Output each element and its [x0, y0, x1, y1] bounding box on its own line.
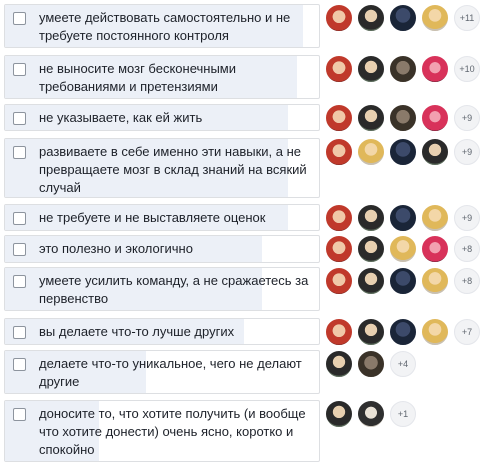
avatar[interactable]: [357, 267, 385, 295]
poll-option[interactable]: развиваете в себе именно эти навыки, а н…: [4, 138, 320, 198]
avatar[interactable]: [325, 138, 353, 166]
poll-option-row: умеете усилить команду, а не сражаетесь …: [0, 267, 500, 311]
option-label: развиваете в себе именно эти навыки, а н…: [39, 144, 307, 195]
poll-option[interactable]: доносите то, что хотите получить (и вооб…: [4, 400, 320, 462]
option-label: умеете усилить команду, а не сражаетесь …: [39, 273, 309, 306]
poll-option-row: развиваете в себе именно эти навыки, а н…: [0, 138, 500, 198]
avatar[interactable]: [421, 104, 449, 132]
avatar[interactable]: [325, 318, 353, 346]
avatar[interactable]: [389, 104, 417, 132]
option-checkbox[interactable]: [13, 146, 26, 159]
avatar[interactable]: [421, 204, 449, 232]
option-label: умеете действовать самостоятельно и не т…: [39, 10, 291, 43]
more-voters-badge[interactable]: +1: [390, 401, 416, 427]
poll-option[interactable]: умеете усилить команду, а не сражаетесь …: [4, 267, 320, 311]
avatar[interactable]: [357, 400, 385, 428]
poll-option-row: делаете что-то уникальное, чего не делаю…: [0, 350, 500, 394]
poll-option-row: умеете действовать самостоятельно и не т…: [0, 4, 500, 48]
more-voters-badge[interactable]: +9: [454, 139, 480, 165]
option-checkbox[interactable]: [13, 243, 26, 256]
more-voters-badge[interactable]: +7: [454, 319, 480, 345]
poll-option-row: доносите то, что хотите получить (и вооб…: [0, 400, 500, 462]
more-voters-badge[interactable]: +11: [454, 5, 480, 31]
avatar[interactable]: [325, 400, 353, 428]
avatar[interactable]: [421, 4, 449, 32]
avatar[interactable]: [389, 204, 417, 232]
avatar[interactable]: [357, 350, 385, 378]
avatar[interactable]: [357, 4, 385, 32]
avatar[interactable]: [421, 55, 449, 83]
option-checkbox[interactable]: [13, 12, 26, 25]
avatar[interactable]: [325, 267, 353, 295]
option-checkbox[interactable]: [13, 408, 26, 421]
option-checkbox[interactable]: [13, 358, 26, 371]
option-checkbox[interactable]: [13, 112, 26, 125]
poll-option[interactable]: не требуете и не выставляете оценок: [4, 204, 320, 231]
avatar[interactable]: [389, 4, 417, 32]
avatar[interactable]: [421, 267, 449, 295]
avatar[interactable]: [325, 350, 353, 378]
more-voters-badge[interactable]: +4: [390, 351, 416, 377]
poll-option[interactable]: это полезно и экологично: [4, 235, 320, 263]
avatar[interactable]: [389, 55, 417, 83]
option-label: это полезно и экологично: [39, 241, 193, 256]
more-voters-badge[interactable]: +8: [454, 236, 480, 262]
more-voters-badge[interactable]: +10: [454, 56, 480, 82]
avatar[interactable]: [325, 235, 353, 263]
option-label: вы делаете что-то лучше других: [39, 324, 235, 339]
poll-option-row: не выносите мозг бесконечными требования…: [0, 55, 500, 99]
poll-option[interactable]: делаете что-то уникальное, чего не делаю…: [4, 350, 320, 394]
avatar[interactable]: [357, 138, 385, 166]
option-checkbox[interactable]: [13, 275, 26, 288]
more-voters-badge[interactable]: +9: [454, 105, 480, 131]
poll-option[interactable]: умеете действовать самостоятельно и не т…: [4, 4, 320, 48]
option-checkbox[interactable]: [13, 212, 26, 225]
avatar[interactable]: [357, 55, 385, 83]
avatar[interactable]: [389, 235, 417, 263]
more-voters-badge[interactable]: +8: [454, 268, 480, 294]
option-label: не требуете и не выставляете оценок: [39, 210, 266, 225]
poll-option-row: вы делаете что-то лучше других +7: [0, 318, 500, 346]
option-label: делаете что-то уникальное, чего не делаю…: [39, 356, 302, 389]
avatar[interactable]: [421, 138, 449, 166]
avatar[interactable]: [325, 55, 353, 83]
avatar[interactable]: [325, 104, 353, 132]
avatar[interactable]: [357, 104, 385, 132]
option-label: не выносите мозг бесконечными требования…: [39, 61, 236, 94]
option-label: не указываете, как ей жить: [39, 110, 203, 125]
poll-option[interactable]: не выносите мозг бесконечными требования…: [4, 55, 320, 99]
avatar[interactable]: [357, 235, 385, 263]
avatar[interactable]: [389, 318, 417, 346]
more-voters-badge[interactable]: +9: [454, 205, 480, 231]
poll-option-row: это полезно и экологично +8: [0, 235, 500, 263]
avatar[interactable]: [421, 318, 449, 346]
avatar[interactable]: [421, 235, 449, 263]
option-checkbox[interactable]: [13, 63, 26, 76]
option-checkbox[interactable]: [13, 326, 26, 339]
avatar[interactable]: [357, 204, 385, 232]
poll-option[interactable]: не указываете, как ей жить: [4, 104, 320, 131]
avatar[interactable]: [325, 4, 353, 32]
avatar[interactable]: [389, 138, 417, 166]
poll-option[interactable]: вы делаете что-то лучше других: [4, 318, 320, 345]
avatar[interactable]: [325, 204, 353, 232]
option-label: доносите то, что хотите получить (и вооб…: [39, 406, 306, 457]
avatar[interactable]: [357, 318, 385, 346]
avatar[interactable]: [389, 267, 417, 295]
poll-option-row: не требуете и не выставляете оценок +9: [0, 204, 500, 232]
poll-options-list: умеете действовать самостоятельно и не т…: [0, 0, 500, 470]
poll-option-row: не указываете, как ей жить +9: [0, 104, 500, 132]
